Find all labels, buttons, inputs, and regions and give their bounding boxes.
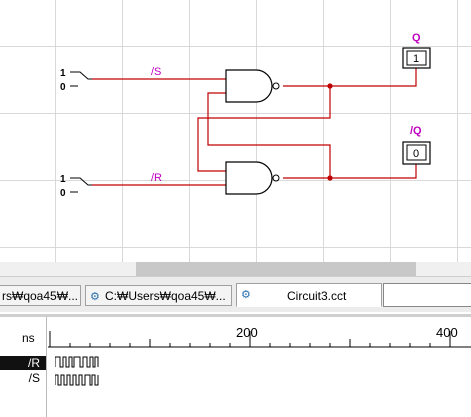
tab-empty[interactable] — [383, 283, 471, 307]
input-r-lo[interactable]: 0 — [60, 188, 66, 199]
tab-document-1[interactable]: rs₩qoa45₩... — [0, 285, 81, 306]
circuit-diagram: 1 0 1 0 /S /R Q 1 /Q 0 — [60, 32, 431, 199]
circuit-canvas[interactable]: 1 0 1 0 /S /R Q 1 /Q 0 — [0, 0, 471, 262]
tick-label-200: 200 — [236, 325, 258, 340]
output-value-nq: 0 — [413, 148, 419, 160]
output-value-q: 1 — [413, 53, 419, 65]
document-tab-bar: rs₩qoa45₩... ⚙ C:₩Users₩qoa45₩... ⚙ Circui… — [0, 276, 471, 312]
trace-s — [55, 374, 99, 386]
signal-label-r: /R — [151, 172, 162, 184]
time-unit-label: ns — [22, 331, 35, 345]
time-ruler: 200 400 — [48, 317, 471, 353]
junction-dot — [327, 83, 333, 89]
input-s-hi[interactable]: 1 — [60, 68, 66, 79]
tick-label-400: 400 — [436, 325, 458, 340]
tab-label: C:₩Users₩qoa45₩... — [105, 289, 226, 303]
tab-label: Circuit3.cct — [287, 289, 347, 303]
nand-gate-top[interactable] — [225, 69, 280, 103]
horizontal-scrollbar[interactable] — [0, 262, 471, 276]
input-r-hi[interactable]: 1 — [60, 174, 66, 185]
signal-name-column: ns /R /S — [0, 317, 47, 417]
output-label-nq: /Q — [410, 125, 422, 137]
tab-circuit3[interactable]: ⚙ Circuit3.cct — [236, 283, 382, 307]
junction-dot — [327, 175, 333, 181]
signal-row-r[interactable]: /R — [0, 356, 46, 370]
trace-r — [55, 356, 99, 368]
document-icon: ⚙ — [90, 291, 100, 303]
nand-gate-bottom[interactable] — [225, 161, 280, 195]
signal-label-s: /S — [151, 66, 161, 78]
output-label-q: Q — [412, 32, 421, 44]
input-switches — [70, 71, 92, 193]
waveform-traces — [55, 356, 99, 386]
waveform-panel: ns /R /S 200 400 — [0, 314, 471, 417]
tab-document-2[interactable]: ⚙ C:₩Users₩qoa45₩... — [85, 285, 232, 306]
input-s-lo[interactable]: 0 — [60, 82, 66, 93]
tab-label: rs₩qoa45₩... — [2, 289, 79, 303]
scrollbar-thumb[interactable] — [136, 262, 416, 276]
document-icon: ⚙ — [241, 289, 251, 301]
ruler-ticks — [48, 331, 471, 348]
signal-row-s[interactable]: /S — [0, 371, 46, 385]
